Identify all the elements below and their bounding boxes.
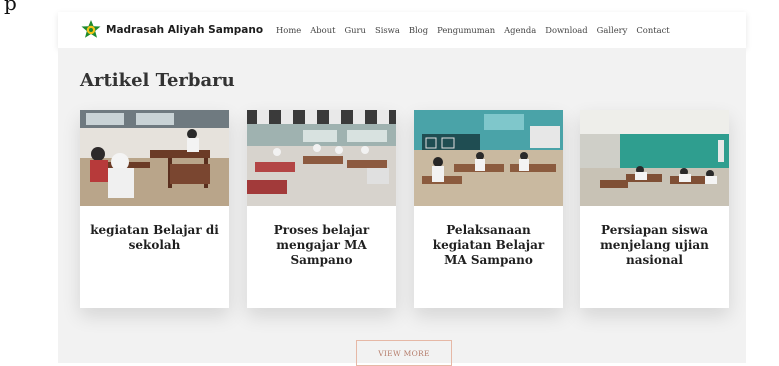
article-card[interactable]: Proses belajar mengajar MA Sampano: [247, 110, 396, 308]
article-title[interactable]: Persiapan siswa menjelang ujian nasional: [588, 223, 721, 268]
article-title[interactable]: kegiatan Belajar di sekolah: [88, 223, 221, 253]
article-image[interactable]: [247, 110, 396, 206]
article-image[interactable]: [414, 110, 563, 206]
nav-contact[interactable]: Contact: [636, 25, 669, 35]
nav-gallery[interactable]: Gallery: [597, 25, 628, 35]
nav-download[interactable]: Download: [545, 25, 587, 35]
main-nav: Home About Guru Siswa Blog Pengumuman Ag…: [276, 12, 679, 48]
nav-agenda[interactable]: Agenda: [504, 25, 536, 35]
article-image[interactable]: [80, 110, 229, 206]
page-top-strip: p: [0, 0, 779, 15]
section-title: Artikel Terbaru: [80, 70, 235, 91]
page-top-fragment: p: [4, 0, 17, 15]
nav-siswa[interactable]: Siswa: [375, 25, 400, 35]
article-image[interactable]: [580, 110, 729, 206]
articles-section: Artikel Terbaru kegiatan Belajar di seko…: [58, 48, 746, 366]
nav-guru[interactable]: Guru: [344, 25, 365, 35]
green-star-emblem-icon: [81, 20, 101, 38]
article-title[interactable]: Proses belajar mengajar MA Sampano: [255, 223, 388, 268]
article-card[interactable]: Persiapan siswa menjelang ujian nasional: [580, 110, 729, 308]
site-header: Madrasah Aliyah Sampano Home About Guru …: [58, 12, 746, 48]
nav-about[interactable]: About: [310, 25, 335, 35]
view-more-button[interactable]: VIEW MORE: [356, 340, 452, 366]
nav-home[interactable]: Home: [276, 25, 301, 35]
brand[interactable]: Madrasah Aliyah Sampano: [80, 18, 263, 42]
nav-pengumuman[interactable]: Pengumuman: [437, 25, 495, 35]
article-card[interactable]: Pelaksanaan kegiatan Belajar MA Sampano: [414, 110, 563, 308]
article-title[interactable]: Pelaksanaan kegiatan Belajar MA Sampano: [422, 223, 555, 268]
article-card[interactable]: kegiatan Belajar di sekolah: [80, 110, 229, 308]
brand-name: Madrasah Aliyah Sampano: [106, 24, 264, 36]
nav-blog[interactable]: Blog: [409, 25, 428, 35]
